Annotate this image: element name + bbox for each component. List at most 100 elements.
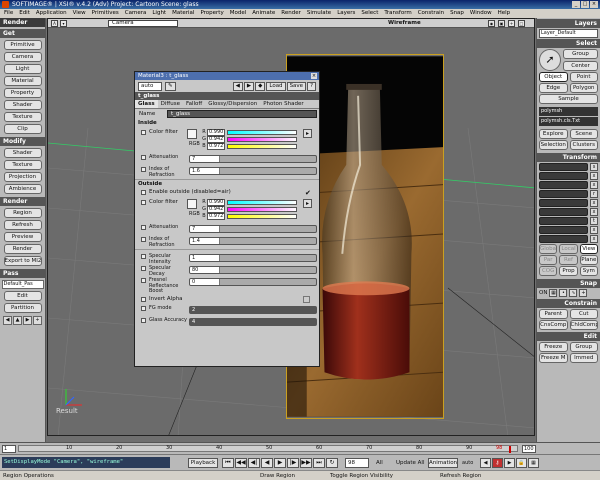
get-light-button[interactable]: Light xyxy=(3,64,42,74)
outside-ior-value[interactable]: 1.4 xyxy=(192,238,200,244)
prop-button[interactable]: Prop xyxy=(559,266,578,276)
name-field[interactable]: t_glass xyxy=(167,110,317,118)
fresnel-checkbox[interactable] xyxy=(141,278,146,283)
outside-blue-value[interactable]: 0.972 xyxy=(207,213,225,220)
next-frame-icon[interactable]: |▶ xyxy=(287,458,299,468)
all-button[interactable]: All xyxy=(376,458,383,468)
auto-dropdown[interactable]: auto xyxy=(138,81,162,91)
selection-button[interactable]: Selection xyxy=(539,140,568,150)
next-key-icon[interactable]: ▶▶ xyxy=(300,458,312,468)
inside-color-swatch[interactable] xyxy=(187,129,197,139)
menu-animate[interactable]: Animate xyxy=(252,9,275,18)
snap-curve-icon[interactable]: ∿ xyxy=(569,289,578,297)
inside-red-value[interactable]: 0.990 xyxy=(207,129,225,136)
polygon-button[interactable]: Polygon xyxy=(569,83,598,93)
prev-icon[interactable]: ◀ xyxy=(232,81,243,91)
material-editor-titlebar[interactable]: Material3 : t_glass × xyxy=(135,72,319,80)
prev-frame-icon[interactable]: ◀| xyxy=(248,458,260,468)
display-mode-label[interactable]: Wireframe xyxy=(388,19,421,27)
translate-z-field[interactable] xyxy=(539,235,588,243)
inside-attenuation-slider[interactable]: 7 xyxy=(189,155,317,163)
get-clip-button[interactable]: Clip xyxy=(3,124,42,134)
freeze-m-button[interactable]: Freeze M xyxy=(539,353,568,363)
fg-mode-field[interactable]: 2 xyxy=(189,306,317,314)
fresnel-slider[interactable]: 0 xyxy=(189,278,317,286)
invert-alpha-checkbox[interactable] xyxy=(303,296,310,303)
key-options-icon[interactable]: ▦ xyxy=(528,458,539,468)
outside-attenuation-value[interactable]: 7 xyxy=(192,226,195,232)
rotate-y-spin-icon[interactable]: x xyxy=(590,199,598,207)
inside-color-filter-checkbox[interactable] xyxy=(141,130,146,135)
translate-spin[interactable]: t xyxy=(590,217,598,225)
outside-color-swatch[interactable] xyxy=(187,199,197,209)
global-button[interactable]: Global xyxy=(539,244,558,254)
clusters-button[interactable]: Clusters xyxy=(569,140,598,150)
inside-blue-slider[interactable] xyxy=(227,144,297,149)
menu-file[interactable]: File xyxy=(4,9,13,18)
render-preview-button[interactable]: Preview xyxy=(3,232,42,242)
first-frame-icon[interactable]: ⏮ xyxy=(222,458,234,468)
select-arrow-icon[interactable]: ➚ xyxy=(539,49,561,71)
nav-up-icon[interactable]: ▲ xyxy=(13,316,22,325)
par-button[interactable]: Par xyxy=(539,255,558,265)
key-left-icon[interactable]: ◀ xyxy=(480,458,491,468)
pass-edit-button[interactable]: Edit xyxy=(3,291,42,301)
menu-select[interactable]: Select xyxy=(361,9,378,18)
camera-dropdown[interactable]: Camera xyxy=(108,20,178,27)
get-property-button[interactable]: Property xyxy=(3,88,42,98)
modify-texture-button[interactable]: Texture xyxy=(3,160,42,170)
playback-button[interactable]: Playback xyxy=(188,458,218,468)
invert-alpha-checkbox-box[interactable] xyxy=(141,297,146,302)
glass-accuracy-value[interactable]: 4 xyxy=(192,319,195,325)
menu-primitives[interactable]: Primitives xyxy=(92,9,119,18)
camera-viewport[interactable]: A ▾ Camera Wireframe ◉ ▣ + □ Result Mate… xyxy=(47,18,535,436)
selected-object-field[interactable]: polymsh xyxy=(539,107,598,116)
timeline-start-field[interactable]: 1 xyxy=(2,445,16,453)
sym-button[interactable]: Sym xyxy=(579,266,598,276)
menu-material[interactable]: Material xyxy=(172,9,194,18)
snap-plus-icon[interactable]: + xyxy=(579,289,588,297)
view-button[interactable]: View xyxy=(579,244,598,254)
render-region-button[interactable]: Region xyxy=(3,208,42,218)
help-icon[interactable]: ? xyxy=(307,81,316,91)
set-key-icon[interactable]: ⚷ xyxy=(492,458,503,468)
play-icon[interactable]: ▶ xyxy=(274,458,286,468)
prev-key-icon[interactable]: ◀◀ xyxy=(235,458,247,468)
inside-ior-slider[interactable]: 1.6 xyxy=(189,167,317,175)
specular-decay-slider[interactable]: 80 xyxy=(189,266,317,274)
close-icon[interactable]: × xyxy=(311,73,317,79)
outside-red-slider[interactable] xyxy=(227,200,297,205)
specular-decay-checkbox[interactable] xyxy=(141,266,146,271)
scale-z-field[interactable] xyxy=(539,181,588,189)
translate-y-spin-icon[interactable]: x xyxy=(590,226,598,234)
current-frame-field[interactable]: 98 xyxy=(345,458,369,468)
cog-button[interactable]: COG xyxy=(539,266,558,276)
tab-falloff[interactable]: Falloff xyxy=(183,100,205,108)
translate-y-field[interactable] xyxy=(539,226,588,234)
outside-blue-slider[interactable] xyxy=(227,214,297,219)
edit-group-button[interactable]: Group xyxy=(569,342,598,352)
get-camera-button[interactable]: Camera xyxy=(3,52,42,62)
last-frame-icon[interactable]: ⏭ xyxy=(313,458,325,468)
key-lock-icon[interactable]: 🔒 xyxy=(516,458,527,468)
scale-y-field[interactable] xyxy=(539,172,588,180)
rotate-y-field[interactable] xyxy=(539,199,588,207)
viewport-letter-icon[interactable]: A xyxy=(51,20,58,27)
pass-partition-button[interactable]: Partition xyxy=(3,303,42,313)
tab-photon-shader[interactable]: Photon Shader xyxy=(260,100,306,108)
outside-ior-slider[interactable]: 1.4 xyxy=(189,237,317,245)
key-right-icon[interactable]: ▶ xyxy=(504,458,515,468)
edge-button[interactable]: Edge xyxy=(539,83,568,93)
rotate-x-field[interactable] xyxy=(539,190,588,198)
parent-button[interactable]: Parent xyxy=(539,309,568,319)
outside-attenuation-slider[interactable]: 7 xyxy=(189,225,317,233)
inside-rgb-label[interactable]: RGB xyxy=(189,141,200,147)
inside-attenuation-value[interactable]: 7 xyxy=(192,156,195,162)
viewport-eye-icon[interactable]: ◉ xyxy=(488,20,495,27)
modify-ambience-button[interactable]: Ambience xyxy=(3,184,42,194)
nav-back-icon[interactable]: ◀ xyxy=(3,316,12,325)
export-mi2-button[interactable]: Export to MI2 xyxy=(3,256,42,266)
translate-z-spin-icon[interactable]: x xyxy=(590,235,598,243)
scale-x-field[interactable] xyxy=(539,163,588,171)
outside-ior-checkbox[interactable] xyxy=(141,237,146,242)
